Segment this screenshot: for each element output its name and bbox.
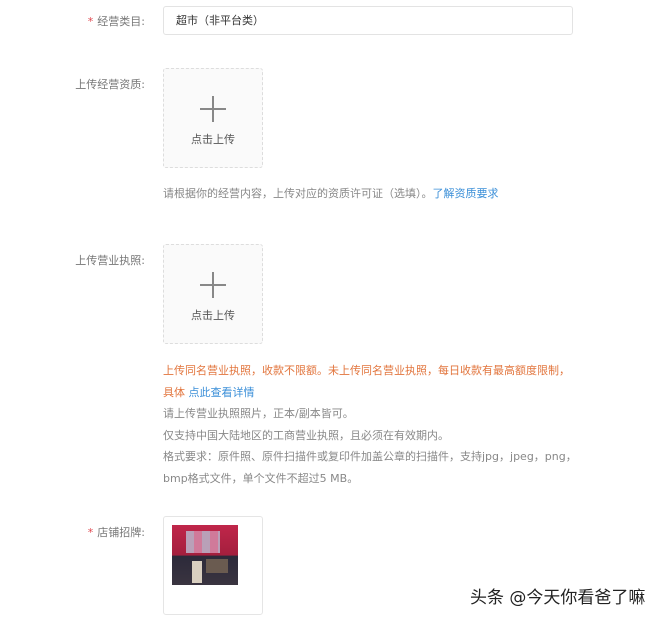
upload-label: 点击上传 [191, 133, 235, 146]
license-warning: 上传同名营业执照，收款不限额。未上传同名营业执照，每日收款有最高额度限制，具体 … [163, 360, 578, 403]
license-label: 上传营业执照: [75, 254, 145, 267]
license-note: 格式要求：原件照、原件扫描件或复印件加盖公章的扫描件，支持jpg，jpeg，pn… [163, 450, 577, 485]
shop-sign-label: * 店铺招牌: [88, 524, 145, 540]
required-mark: * [87, 15, 94, 28]
qualification-hint: 请根据你的经营内容，上传对应的资质许可证（选填）。了解资质要求 [163, 183, 583, 205]
required-mark: * [87, 526, 94, 539]
license-note: 请上传营业执照照片，正本/副本皆可。 [163, 407, 354, 420]
view-details-link[interactable]: 点此查看详情 [189, 386, 255, 399]
license-hint: 上传同名营业执照，收款不限额。未上传同名营业执照，每日收款有最高额度限制，具体 … [163, 360, 578, 489]
category-label-text: 经营类目: [97, 15, 145, 28]
plus-icon [200, 96, 226, 122]
qualification-label: 上传经营资质: [75, 78, 145, 91]
category-field[interactable]: 超市（非平台类） [163, 6, 573, 35]
qualification-requirements-link[interactable]: 了解资质要求 [433, 187, 499, 200]
qualification-upload-button[interactable]: 点击上传 [163, 68, 263, 168]
shop-sign-photo [172, 525, 238, 585]
plus-icon [200, 272, 226, 298]
license-upload-button[interactable]: 点击上传 [163, 244, 263, 344]
shop-sign-upload[interactable] [163, 516, 263, 615]
category-label: * 经营类目: [88, 13, 145, 29]
watermark: 头条 @今天你看爸了嘛 [470, 588, 646, 608]
qualification-hint-text: 请根据你的经营内容，上传对应的资质许可证（选填）。 [163, 187, 433, 200]
upload-label: 点击上传 [191, 309, 235, 322]
license-note: 仅支持中国大陆地区的工商营业执照，且必须在有效期内。 [163, 428, 449, 442]
shop-sign-label-text: 店铺招牌: [97, 526, 145, 539]
